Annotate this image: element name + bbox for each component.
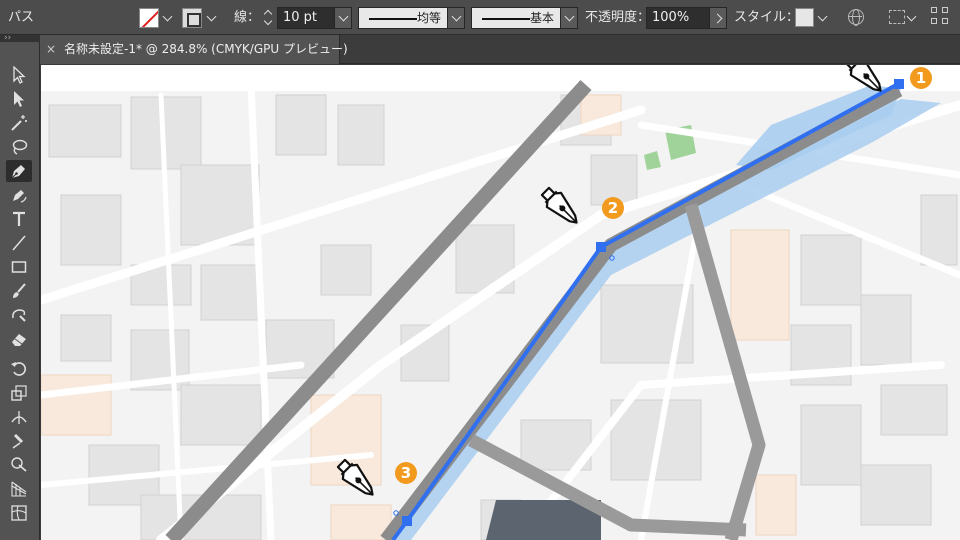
paintbrush-tool-icon[interactable] [6, 280, 32, 302]
brush-definition-dropdown-chevron-down-icon[interactable] [560, 7, 578, 29]
lasso-tool-icon[interactable] [6, 136, 32, 158]
document-tab-title: 名称未設定-1* @ 284.8% (CMYK/GPU プレビュー) [64, 42, 348, 56]
opacity-label: 不透明度： [585, 10, 651, 25]
variable-width-profile-select[interactable]: 均等 [358, 7, 448, 29]
stroke-weight-stepper-icon[interactable] [262, 8, 274, 28]
width-tool-icon[interactable] [6, 406, 32, 428]
stroke-weight-dropdown-chevron-down-icon[interactable] [334, 7, 352, 29]
map-artwork [41, 79, 960, 540]
style-label: スタイル： [734, 10, 800, 25]
rotate-tool-icon[interactable] [6, 358, 32, 380]
perspective-grid-tool-icon[interactable] [6, 478, 32, 500]
arrange-documents-icon[interactable] [931, 7, 951, 27]
mesh-tool-icon[interactable] [6, 502, 32, 524]
puppet-warp-tool-icon[interactable] [6, 430, 32, 452]
variable-width-dropdown-chevron-down-icon[interactable] [447, 7, 465, 29]
shaper-tool-icon[interactable] [6, 304, 32, 326]
shape-builder-tool-icon[interactable] [6, 454, 32, 476]
type-tool-icon[interactable] [6, 208, 32, 230]
anchor-point-3[interactable] [402, 516, 412, 526]
recolor-artwork-icon[interactable] [848, 9, 864, 26]
line-segment-tool-icon[interactable] [6, 232, 32, 254]
control-bar: パス 線： 10 pt 均等 基本 不透明度： 100% スタイル： [0, 0, 960, 35]
step-badge-2: 2 [602, 197, 624, 219]
direct-selection-tool-icon[interactable] [6, 88, 32, 110]
pen-cursor-icon [844, 65, 882, 92]
magic-wand-tool-icon[interactable] [6, 112, 32, 134]
fill-dropdown-chevron-down-icon[interactable] [161, 10, 175, 26]
opacity-slider-chevron-right-icon[interactable] [709, 7, 727, 29]
brush-definition-select[interactable]: 基本 [471, 7, 561, 29]
stroke-weight-label: 線： [234, 10, 261, 25]
step-badge-1: 1 [910, 67, 932, 89]
stroke-color-swatch[interactable] [182, 8, 202, 28]
scale-tool-icon[interactable] [6, 382, 32, 404]
stroke-dropdown-chevron-down-icon[interactable] [205, 10, 219, 26]
graphic-style-swatch[interactable] [795, 8, 814, 27]
rectangle-tool-icon[interactable] [6, 256, 32, 278]
tools-panel [0, 42, 40, 540]
step-badge-3: 3 [395, 462, 417, 484]
pen-cursor-icon [336, 458, 374, 496]
anchor-point-2[interactable] [596, 242, 606, 252]
selection-type-label: パス [8, 10, 35, 25]
pen-cursor-icon [540, 186, 578, 224]
fill-color-swatch[interactable] [139, 8, 159, 28]
pen-tool-icon[interactable] [6, 160, 32, 182]
graphic-style-dropdown-chevron-down-icon[interactable] [816, 10, 830, 26]
profile-line-preview [369, 18, 417, 20]
curvature-tool-icon[interactable] [6, 184, 32, 206]
stroke-weight-input[interactable]: 10 pt [277, 7, 335, 29]
variable-width-profile-label: 均等 [416, 11, 441, 25]
document-tab[interactable]: × 名称未設定-1* @ 284.8% (CMYK/GPU プレビュー) [40, 35, 348, 64]
artboard-canvas[interactable]: 1 2 3 [41, 65, 960, 540]
transform-icon[interactable] [889, 10, 905, 24]
brush-line-preview [482, 18, 530, 20]
selection-tool-icon[interactable] [6, 64, 32, 86]
anchor-point-1[interactable] [894, 79, 904, 89]
brush-definition-label: 基本 [529, 11, 554, 25]
close-tab-icon[interactable]: × [46, 35, 56, 64]
opacity-input[interactable]: 100% [646, 7, 710, 29]
eraser-tool-icon[interactable] [6, 328, 32, 350]
transform-dropdown-chevron-down-icon[interactable] [905, 10, 919, 26]
